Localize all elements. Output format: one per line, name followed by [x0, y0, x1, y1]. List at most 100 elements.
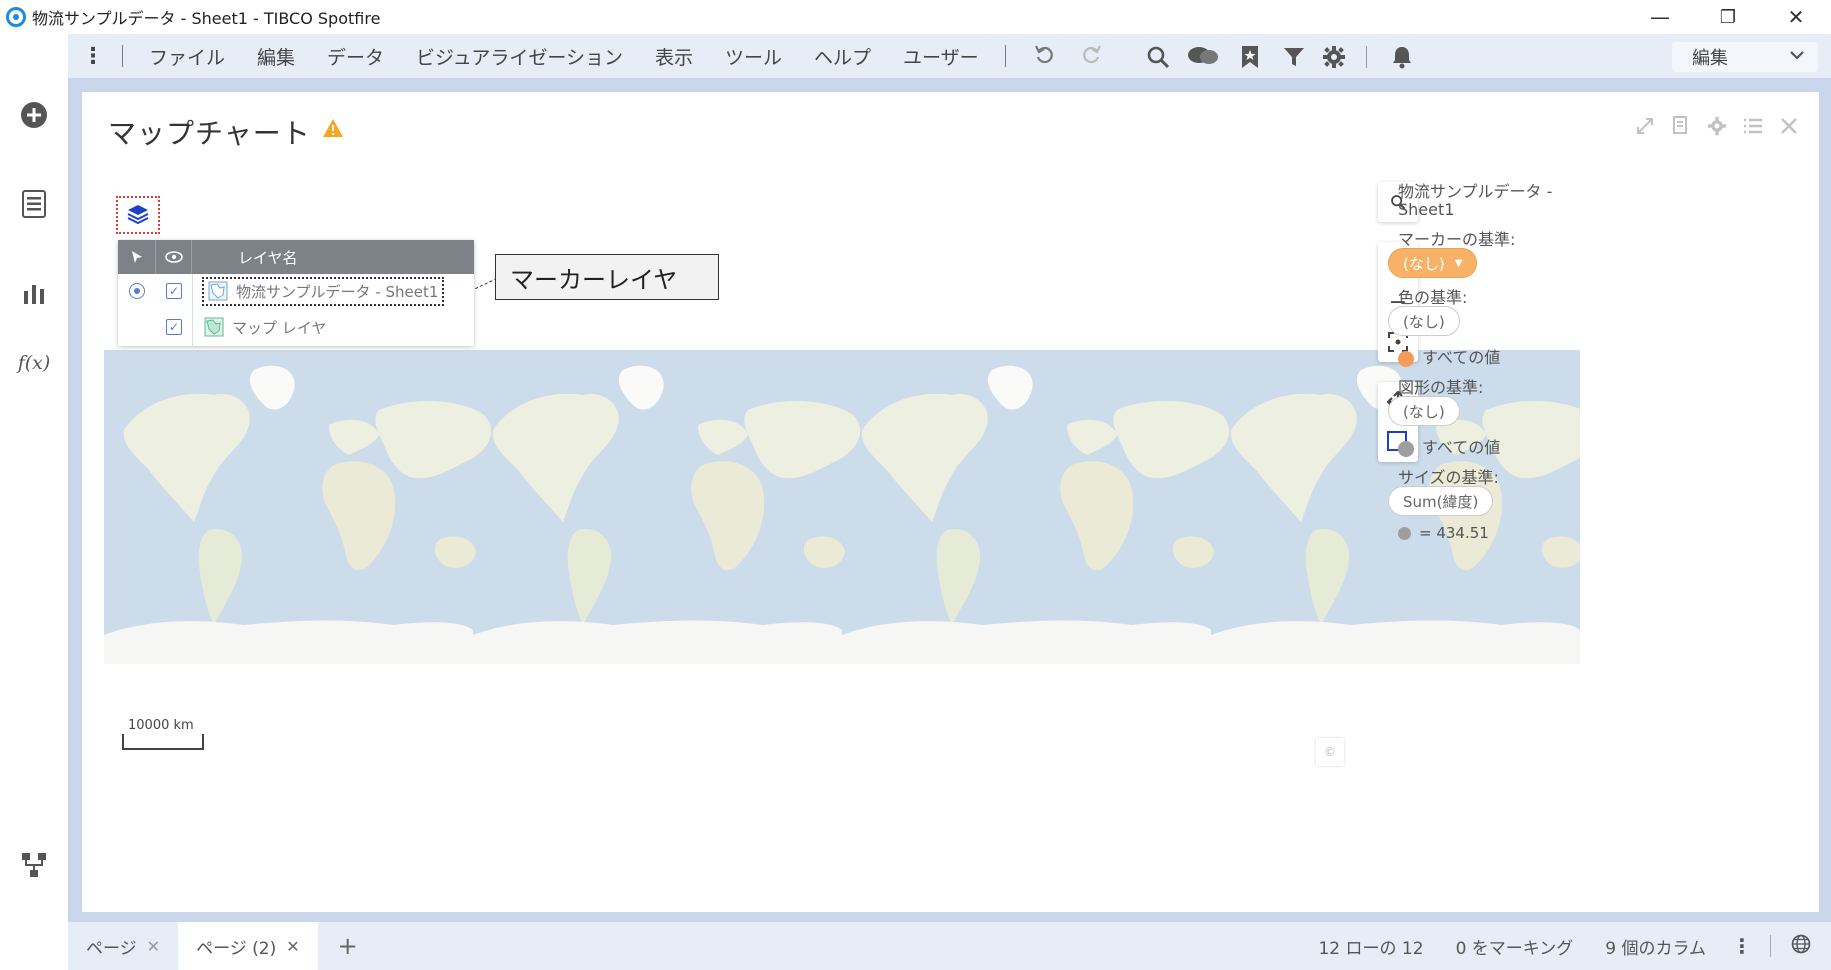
- row-count: 12 ローの 12: [1318, 938, 1424, 959]
- layer-select-radio[interactable]: [129, 283, 145, 299]
- page-tab-2[interactable]: ページ (2) ✕: [178, 922, 318, 970]
- shape-by-selector[interactable]: (なし): [1388, 396, 1460, 426]
- scale-label: 10000 km: [128, 718, 194, 733]
- settings-button[interactable]: [1320, 43, 1348, 71]
- size-dot-icon: [1398, 527, 1411, 540]
- size-by-selector[interactable]: Sum(緯度): [1388, 486, 1494, 516]
- world-map[interactable]: [104, 350, 1580, 664]
- layer-row-marker[interactable]: ✓ 物流サンプルデータ - Sheet1: [118, 274, 474, 308]
- legend-source: 物流サンプルデータ -: [1398, 182, 1553, 201]
- more-menu-icon[interactable]: ⋮: [82, 44, 112, 69]
- status-separator: [1770, 935, 1771, 957]
- mode-dropdown[interactable]: 編集: [1672, 42, 1818, 72]
- visualization-types-button[interactable]: [17, 276, 51, 310]
- menu-file[interactable]: ファイル: [133, 43, 241, 70]
- menu-user[interactable]: ユーザー: [887, 43, 995, 70]
- menu-separator: [122, 45, 123, 67]
- copyright-button[interactable]: ©: [1316, 738, 1344, 766]
- world-map-tiles: [104, 350, 1580, 664]
- chevron-down-icon: [1788, 46, 1806, 69]
- menu-tools[interactable]: ツール: [709, 43, 798, 70]
- color-by-value: (なし): [1403, 312, 1445, 331]
- left-rail: f(x): [0, 34, 68, 970]
- add-data-button[interactable]: [17, 98, 51, 132]
- status-info: 12 ローの 12 0 をマーキング 9 個のカラム ⋮: [1302, 922, 1831, 970]
- list-icon[interactable]: [1741, 114, 1765, 138]
- data-panel-button[interactable]: [17, 187, 51, 221]
- shape-dot-icon: [1398, 440, 1414, 457]
- close-tab-icon[interactable]: ✕: [286, 937, 299, 956]
- function-icon[interactable]: f(x): [17, 346, 51, 380]
- undo-icon: [1034, 45, 1053, 63]
- chat-bubbles-icon: [1188, 47, 1218, 64]
- color-by-selector[interactable]: (なし): [1388, 306, 1460, 336]
- bookmarks-button[interactable]: [1236, 43, 1264, 71]
- menu-help[interactable]: ヘルプ: [798, 43, 887, 70]
- plus-circle-icon: [21, 102, 47, 128]
- maximize-icon[interactable]: [1633, 114, 1657, 138]
- size-value: = 434.51: [1419, 524, 1489, 542]
- redo-button[interactable]: [1080, 43, 1102, 70]
- undo-button[interactable]: [1034, 43, 1056, 70]
- close-button[interactable]: ✕: [1767, 0, 1825, 34]
- window-title: 物流サンプルデータ - Sheet1 - TIBCO Spotfire: [32, 9, 381, 28]
- viz-title: マップチャート: [108, 117, 311, 150]
- column-count: 9 個のカラム: [1605, 938, 1706, 959]
- size-by-label: サイズの基準:: [1398, 468, 1499, 487]
- marker-by-selector[interactable]: (なし) ▼: [1388, 248, 1478, 278]
- close-tab-icon[interactable]: ✕: [147, 937, 160, 956]
- data-canvas-button[interactable]: [17, 848, 51, 882]
- redo-icon: [1082, 45, 1101, 63]
- add-page-button[interactable]: +: [318, 932, 378, 960]
- menu-data[interactable]: データ: [311, 43, 400, 70]
- menu-separator: [1004, 45, 1006, 67]
- globe-icon: [1791, 934, 1811, 953]
- warning-icon[interactable]: [322, 118, 344, 142]
- map-layer-icon: [204, 317, 224, 337]
- map-chart-panel: マップチャート レイヤ名 ✓ 物流サンプルデータ - Sheet1 ✓ マップ …: [82, 92, 1819, 912]
- shape-by-label: 図形の基準:: [1398, 378, 1484, 397]
- search-button[interactable]: [1144, 43, 1172, 71]
- size-legend-entry: = 434.51: [1398, 524, 1489, 542]
- menu-view[interactable]: 表示: [639, 43, 709, 70]
- search-icon: [1147, 46, 1170, 69]
- select-column-icon: [118, 240, 156, 274]
- color-all-values[interactable]: すべての値: [1398, 344, 1500, 368]
- page-tab-1[interactable]: ページ ✕: [68, 922, 178, 970]
- marker-layer-icon: [208, 281, 228, 301]
- filter-icon: [1284, 48, 1304, 66]
- notifications-button[interactable]: [1388, 43, 1416, 71]
- menu-visualization[interactable]: ビジュアライゼーション: [400, 43, 639, 70]
- visibility-eye-icon: [156, 240, 192, 274]
- callout-connector: [475, 278, 498, 290]
- layer-visible-checkbox[interactable]: ✓: [166, 319, 182, 335]
- size-by-value: Sum(緯度): [1403, 492, 1479, 511]
- menu-edit[interactable]: 編集: [241, 43, 311, 70]
- mode-dropdown-label: 編集: [1692, 48, 1728, 69]
- collaboration-button[interactable]: [1186, 43, 1220, 71]
- shape-all-label: すべての値: [1422, 438, 1501, 457]
- layers-button[interactable]: [116, 196, 160, 234]
- marker-layer-name-highlight[interactable]: 物流サンプルデータ - Sheet1: [202, 276, 445, 306]
- spotfire-logo-icon: [6, 7, 26, 27]
- data-flow-icon: [22, 853, 46, 877]
- bookmark-icon: [1242, 46, 1258, 68]
- language-button[interactable]: [1791, 934, 1811, 959]
- shape-by-value: (なし): [1403, 402, 1445, 421]
- minimize-button[interactable]: —: [1631, 0, 1689, 34]
- shape-all-values[interactable]: すべての値: [1398, 434, 1500, 458]
- filters-button[interactable]: [1280, 43, 1308, 71]
- description-icon[interactable]: [1669, 114, 1693, 138]
- marker-by-value: (なし): [1403, 254, 1445, 273]
- restore-button[interactable]: ❐: [1699, 0, 1757, 34]
- callout-label: マーカーレイヤ: [495, 254, 719, 300]
- marked-count: 0 をマーキング: [1455, 938, 1574, 959]
- legend-source-line2: Sheet1: [1398, 200, 1455, 219]
- dropdown-caret-icon: ▼: [1454, 257, 1463, 269]
- layer-visible-checkbox[interactable]: ✓: [166, 283, 182, 299]
- layer-row-map[interactable]: ✓ マップ レイヤ: [118, 310, 474, 344]
- layer-panel-header: レイヤ名: [118, 240, 474, 274]
- close-viz-icon[interactable]: [1777, 114, 1801, 138]
- viz-settings-gear-icon[interactable]: [1705, 114, 1729, 138]
- status-more-icon[interactable]: ⋮: [1732, 934, 1752, 958]
